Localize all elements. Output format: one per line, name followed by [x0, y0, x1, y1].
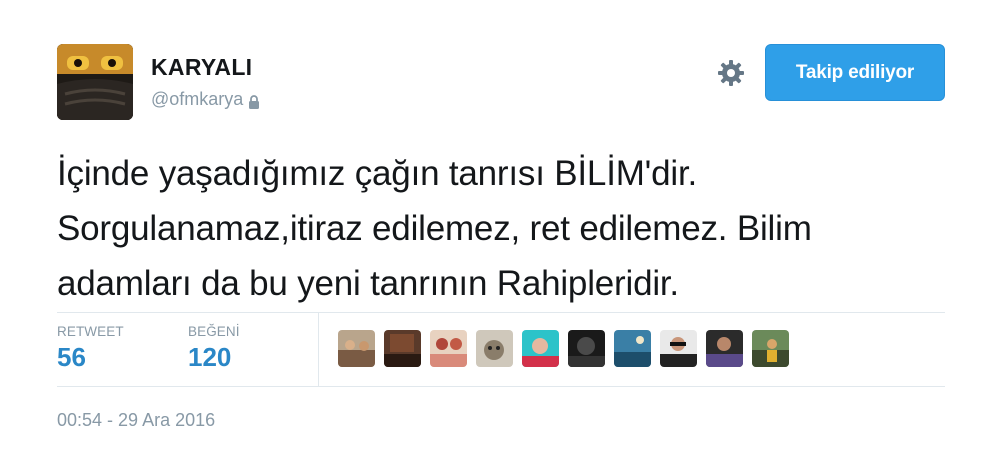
liker-avatar[interactable] — [430, 330, 467, 367]
tweet-text-line: İçinde yaşadığımız çağın tanrısı BİLİM'd… — [57, 154, 698, 193]
divider — [57, 386, 945, 387]
like-stat[interactable]: BEĞENİ 120 — [188, 324, 240, 373]
liker-avatar[interactable] — [568, 330, 605, 367]
liker-avatar[interactable] — [522, 330, 559, 367]
liker-avatar[interactable] — [476, 330, 513, 367]
avatar[interactable] — [57, 44, 133, 120]
display-name[interactable]: KARYALI — [151, 54, 252, 81]
retweet-label: RETWEET — [57, 324, 124, 339]
following-button[interactable]: Takip ediliyor — [765, 44, 945, 101]
liker-avatar[interactable] — [384, 330, 421, 367]
liker-avatar[interactable] — [706, 330, 743, 367]
user-handle[interactable]: @ofmkarya — [151, 89, 243, 110]
lock-icon — [248, 93, 260, 109]
like-count: 120 — [188, 342, 232, 372]
tweet-text-line: adamları da bu yeni tanrının Rahipleridi… — [57, 264, 679, 303]
user-handle-row: @ofmkarya — [151, 89, 260, 110]
like-label: BEĞENİ — [188, 324, 240, 339]
divider — [57, 312, 945, 313]
gear-icon[interactable] — [716, 58, 746, 88]
liker-avatar[interactable] — [660, 330, 697, 367]
avatar-image — [57, 44, 133, 120]
likers-list — [338, 330, 798, 367]
liker-avatar[interactable] — [338, 330, 375, 367]
retweet-stat[interactable]: RETWEET 56 — [57, 324, 124, 373]
liker-avatar[interactable] — [752, 330, 789, 367]
divider — [318, 313, 319, 386]
liker-avatar[interactable] — [614, 330, 651, 367]
tweet-timestamp[interactable]: 00:54 - 29 Ara 2016 — [57, 410, 215, 431]
tweet-text-line: Sorgulanamaz,itiraz edilemez, ret edilem… — [57, 209, 812, 248]
retweet-count: 56 — [57, 342, 86, 372]
tweet-text: İçinde yaşadığımız çağın tanrısı BİLİM'd… — [57, 146, 957, 311]
